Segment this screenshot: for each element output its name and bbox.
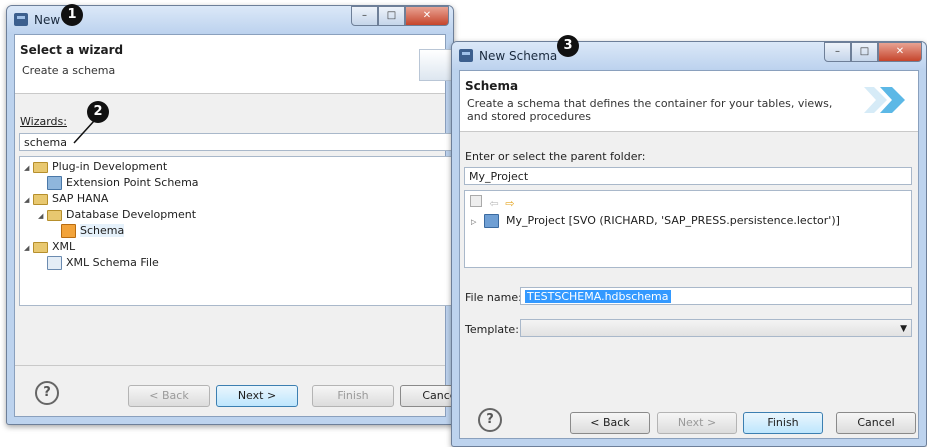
folder-icon [33,161,48,173]
app-icon [14,13,28,26]
header-title: Schema [465,79,519,93]
chevron-down-icon: ▼ [900,324,907,334]
wizard-banner-icon [419,49,453,81]
window-title: New [34,13,61,27]
back-button[interactable]: < Back [128,385,210,407]
schema-icon [47,176,62,190]
back-button[interactable]: < Back [570,412,650,434]
finish-button[interactable]: Finish [743,412,823,434]
minimize-button[interactable]: – [824,42,851,62]
minimize-button[interactable]: – [351,6,378,26]
title-bar[interactable]: New Schema – □ ✕ [452,42,926,70]
parent-folder-label: Enter or select the parent folder: [465,150,646,163]
tree-item-sap-hana[interactable]: ◢ SAP HANA [24,191,108,207]
button-bar-divider [15,365,445,366]
file-name-input[interactable]: TESTSCHEMA.hdbschema [520,287,912,305]
new-wizard-window: New – □ ✕ Select a wizard Create a schem… [6,5,454,425]
file-name-value: TESTSCHEMA.hdbschema [525,290,671,303]
dialog-header: Schema Create a schema that defines the … [460,71,918,132]
folder-icon [47,209,62,221]
back-arrow-icon[interactable]: ⇦ [490,197,499,210]
hana-schema-icon [61,224,76,238]
callout-marker-3: 3 [557,35,579,57]
dialog-header: Select a wizard Create a schema [15,35,453,94]
dialog-body: Schema Create a schema that defines the … [459,70,919,439]
dialog-body: Select a wizard Create a schema Wizards:… [14,34,453,417]
window-title: New Schema [479,49,558,63]
cancel-button[interactable]: Cancel [400,385,453,407]
new-schema-window: New Schema – □ ✕ Schema Create a schema … [451,41,927,447]
template-label: Template: [465,323,519,336]
close-button[interactable]: ✕ [405,6,449,26]
template-select[interactable]: ▼ [520,319,912,337]
wizards-label: Wizards: [20,115,67,128]
folder-icon [33,241,48,253]
file-name-label: File name: [465,291,522,304]
tree-item-database-development[interactable]: ◢ Database Development [38,207,196,223]
help-icon[interactable]: ? [478,408,502,432]
next-button[interactable]: Next > [216,385,298,407]
cancel-button[interactable]: Cancel [836,412,916,434]
tree-item-extension-point-schema[interactable]: Extension Point Schema [47,175,199,191]
expand-icon[interactable]: ▷ [471,214,480,230]
wizard-arrows-icon [864,87,905,113]
maximize-button[interactable]: □ [851,42,878,62]
header-description: Create a schema [22,64,116,77]
wizard-tree[interactable]: ◢ Plug-in Development Extension Point Sch… [19,156,453,306]
callout-leader-line [73,120,95,144]
folder-icon [33,193,48,205]
maximize-button[interactable]: □ [378,6,405,26]
forward-arrow-icon[interactable]: ⇨ [505,197,514,210]
folder-tree[interactable]: ⇦ ⇨ ▷ My_Project [SVO (RICHARD, 'SAP_PRE… [464,190,912,268]
header-description: Create a schema that defines the contain… [467,97,833,123]
tree-item-xml[interactable]: ◢ XML [24,239,75,255]
tree-toolbar: ⇦ ⇨ [470,195,514,210]
tree-item-schema[interactable]: Schema [61,223,125,239]
project-icon [483,214,499,228]
app-icon [459,49,473,62]
finish-button[interactable]: Finish [312,385,394,407]
tree-item-plugin-development[interactable]: ◢ Plug-in Development [24,159,167,175]
callout-marker-1: 1 [61,4,83,26]
tree-item-xml-schema-file[interactable]: XML Schema File [47,255,159,271]
help-icon[interactable]: ? [35,381,59,405]
xml-schema-icon [47,256,62,270]
home-icon[interactable] [470,195,482,207]
close-button[interactable]: ✕ [878,42,922,62]
header-title: Select a wizard [20,43,124,57]
tree-item-my-project[interactable]: ▷ My_Project [SVO (RICHARD, 'SAP_PRESS.p… [471,213,840,229]
parent-folder-input[interactable]: My_Project [464,167,912,185]
next-button[interactable]: Next > [657,412,737,434]
